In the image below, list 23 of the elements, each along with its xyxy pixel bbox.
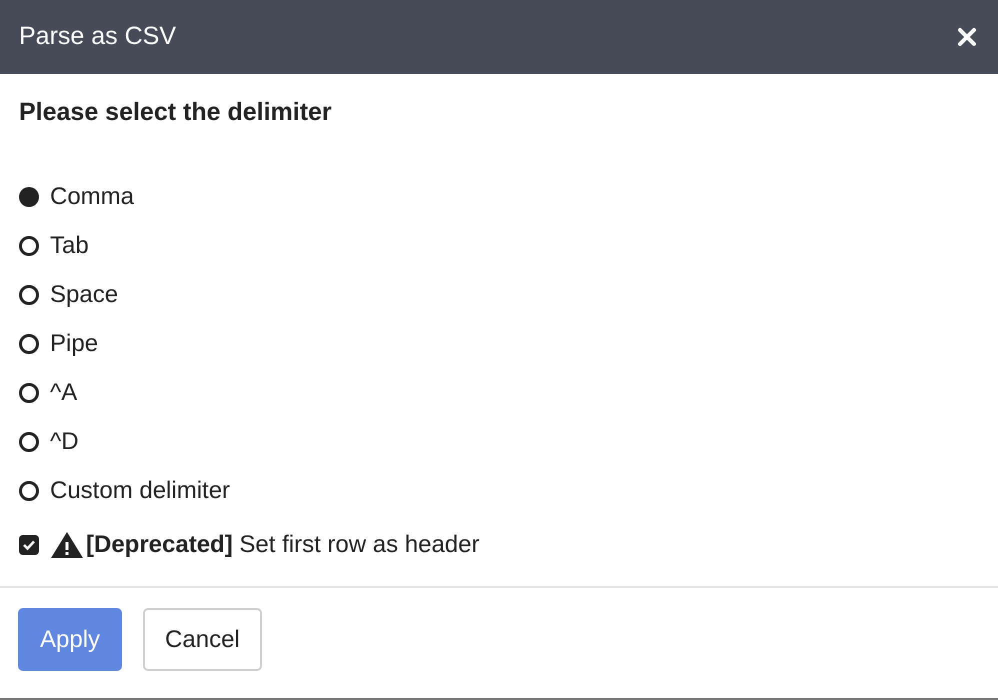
radio-option[interactable]: Space: [19, 280, 979, 310]
close-button[interactable]: [955, 25, 979, 49]
radio-option[interactable]: Custom delimiter: [19, 476, 979, 506]
close-icon: [957, 27, 977, 47]
radio-option[interactable]: Comma: [19, 182, 979, 212]
radio-button[interactable]: [19, 481, 39, 501]
checkbox-label: [Deprecated] Set first row as header: [86, 530, 480, 560]
radio-option[interactable]: ^A: [19, 378, 979, 408]
radio-option[interactable]: ^D: [19, 427, 979, 457]
window-title: Parse as CSV: [19, 21, 176, 52]
radio-button[interactable]: [19, 334, 39, 354]
radio-option[interactable]: Pipe: [19, 329, 979, 359]
radio-button[interactable]: [19, 187, 39, 207]
radio-option[interactable]: Tab: [19, 231, 979, 261]
radio-button[interactable]: [19, 285, 39, 305]
dialog-heading: Please select the delimiter: [19, 97, 333, 128]
radio-button[interactable]: [19, 383, 39, 403]
warning-icon: [50, 531, 84, 559]
check-icon: [22, 538, 36, 552]
radio-button[interactable]: [19, 432, 39, 452]
cancel-button[interactable]: Cancel: [143, 608, 262, 671]
radio-button[interactable]: [19, 236, 39, 256]
checkbox[interactable]: [19, 535, 39, 555]
